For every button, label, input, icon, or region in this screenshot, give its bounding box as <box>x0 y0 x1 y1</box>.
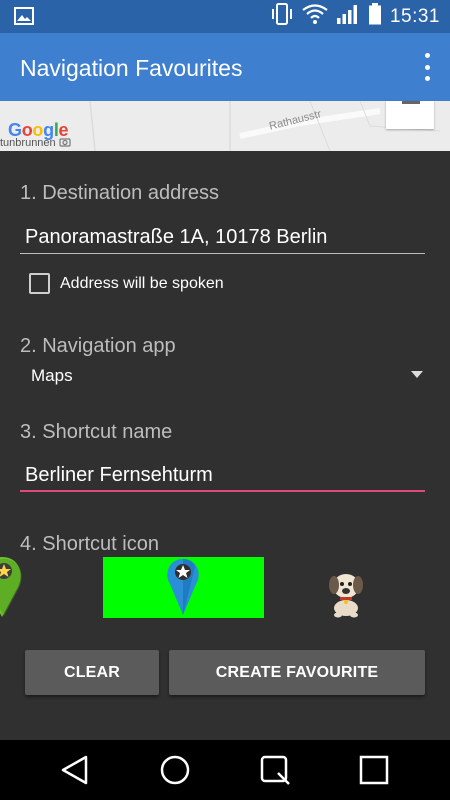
shortcut-name-label: 3. Shortcut name <box>20 421 173 443</box>
more-vert-icon[interactable] <box>422 53 432 81</box>
clear-button[interactable]: CLEAR <box>25 650 159 695</box>
destination-underline <box>20 253 425 254</box>
navigation-app-value: Maps <box>31 366 73 385</box>
recents-icon[interactable] <box>258 753 292 787</box>
back-icon[interactable] <box>58 753 92 787</box>
navigation-app-label: 2. Navigation app <box>20 335 176 357</box>
map-view[interactable]: Google Rathausstr tunbrunnen <box>0 101 450 151</box>
battery-icon <box>368 3 382 30</box>
cell-signal-icon <box>336 4 360 29</box>
dropdown-arrow-icon <box>411 371 423 378</box>
system-nav-bar <box>0 740 450 800</box>
shortcut-icon-selected[interactable] <box>103 557 264 618</box>
camera-icon <box>59 138 71 147</box>
shortcut-icon-label: 4. Shortcut icon <box>20 533 159 555</box>
destination-input[interactable]: Panoramastraße 1A, 10178 Berlin <box>25 226 327 249</box>
shortcut-name-input[interactable]: Berliner Fernsehturm <box>25 464 213 487</box>
app-bar: Navigation Favourites <box>0 33 450 101</box>
destination-label: 1. Destination address <box>20 182 220 204</box>
wifi-icon <box>302 4 328 29</box>
blue-star-pin-icon <box>167 559 199 615</box>
create-favourite-button[interactable]: CREATE FAVOURITE <box>169 650 425 695</box>
dog-icon[interactable] <box>322 566 372 618</box>
phone-vibrate-icon <box>270 3 294 30</box>
shortcut-name-underline <box>20 490 425 492</box>
map-place-label: tunbrunnen <box>0 137 71 149</box>
spoken-checkbox-label[interactable]: Address will be spoken <box>60 275 224 293</box>
spoken-checkbox[interactable] <box>29 273 50 294</box>
home-icon[interactable] <box>158 753 192 787</box>
notifications-icon[interactable] <box>357 753 391 787</box>
app-title: Navigation Favourites <box>20 55 243 81</box>
green-star-pin-icon[interactable] <box>0 557 48 619</box>
map-zoom-out-button[interactable] <box>386 101 434 129</box>
image-notification-icon <box>14 7 34 30</box>
clock: 15:31 <box>389 5 440 27</box>
navigation-app-dropdown[interactable] <box>20 358 430 394</box>
status-bar: 15:31 <box>0 0 450 33</box>
